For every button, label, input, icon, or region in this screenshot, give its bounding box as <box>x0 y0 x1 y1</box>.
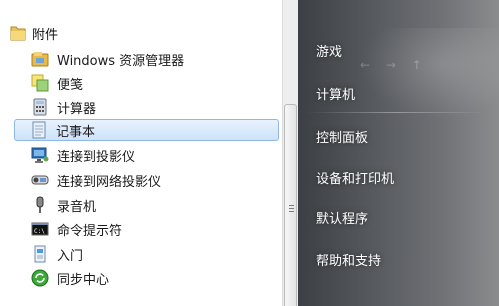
item-label: 入门 <box>57 248 84 264</box>
menu-item-calculator[interactable]: 计算器 <box>30 96 278 118</box>
menu-item-projector[interactable]: 连接到投影仪 <box>30 144 278 166</box>
menu-item-getting-started[interactable]: 入门 <box>30 243 278 265</box>
programs-scrollbar[interactable] <box>282 0 299 306</box>
network-projector-icon <box>31 171 49 189</box>
right-menu-control-panel[interactable]: 控制面板 <box>316 127 368 146</box>
right-menu-games[interactable]: 游戏 <box>316 41 342 60</box>
sync-center-icon <box>31 269 49 287</box>
explorer-icon <box>31 50 49 68</box>
folder-icon <box>10 26 26 41</box>
item-label: 录音机 <box>57 199 97 215</box>
item-label: 记事本 <box>56 124 96 140</box>
item-label: 命令提示符 <box>57 223 123 239</box>
projector-icon <box>31 146 49 164</box>
grip-icon <box>289 205 294 214</box>
microphone-icon <box>31 196 49 214</box>
right-menu-default-programs[interactable]: 默认程序 <box>316 208 368 227</box>
getting-started-icon <box>31 245 49 263</box>
item-label: 同步中心 <box>57 272 110 288</box>
item-label: 便笺 <box>57 77 84 93</box>
command-prompt-icon: C:\ <box>31 220 49 238</box>
notepad-icon <box>30 121 48 139</box>
folder-accessories[interactable]: 附件 <box>10 23 58 43</box>
right-menu-devices-printers[interactable]: 设备和打印机 <box>316 168 394 187</box>
background-arrows-icon: ← → ↑ <box>360 58 428 72</box>
start-menu-right-pane: ← → ↑ 游戏 计算机 控制面板 设备和打印机 默认程序 帮助和支持 <box>298 0 499 306</box>
scrollbar-thumb[interactable] <box>284 104 297 306</box>
right-menu-computer[interactable]: 计算机 <box>316 84 355 103</box>
menu-item-explorer[interactable]: Windows 资源管理器 <box>30 48 278 70</box>
programs-list-pane: 附件 Windows 资源管理器 便笺 计算器 记事本 连接到投影仪 连接到网络… <box>0 0 282 306</box>
item-label: Windows 资源管理器 <box>57 53 185 69</box>
menu-item-command-prompt[interactable]: C:\ 命令提示符 <box>30 218 278 240</box>
menu-item-sound-recorder[interactable]: 录音机 <box>30 194 278 216</box>
background-glow <box>359 28 499 118</box>
menu-item-sticky-notes[interactable]: 便笺 <box>30 72 278 94</box>
calculator-icon <box>31 98 49 116</box>
folder-label: 附件 <box>32 27 59 43</box>
menu-item-sync-center[interactable]: 同步中心 <box>30 267 278 289</box>
svg-text:C:\: C:\ <box>34 228 45 235</box>
menu-item-notepad[interactable]: 记事本 <box>14 119 279 141</box>
item-label: 计算器 <box>57 101 97 117</box>
sticky-notes-icon <box>31 74 49 92</box>
item-label: 连接到网络投影仪 <box>57 174 162 190</box>
menu-item-network-projector[interactable]: 连接到网络投影仪 <box>30 169 278 191</box>
right-menu-help-support[interactable]: 帮助和支持 <box>316 250 381 269</box>
list-bottom-edge <box>0 300 282 306</box>
item-label: 连接到投影仪 <box>57 149 136 165</box>
right-menu-separator <box>306 112 486 113</box>
